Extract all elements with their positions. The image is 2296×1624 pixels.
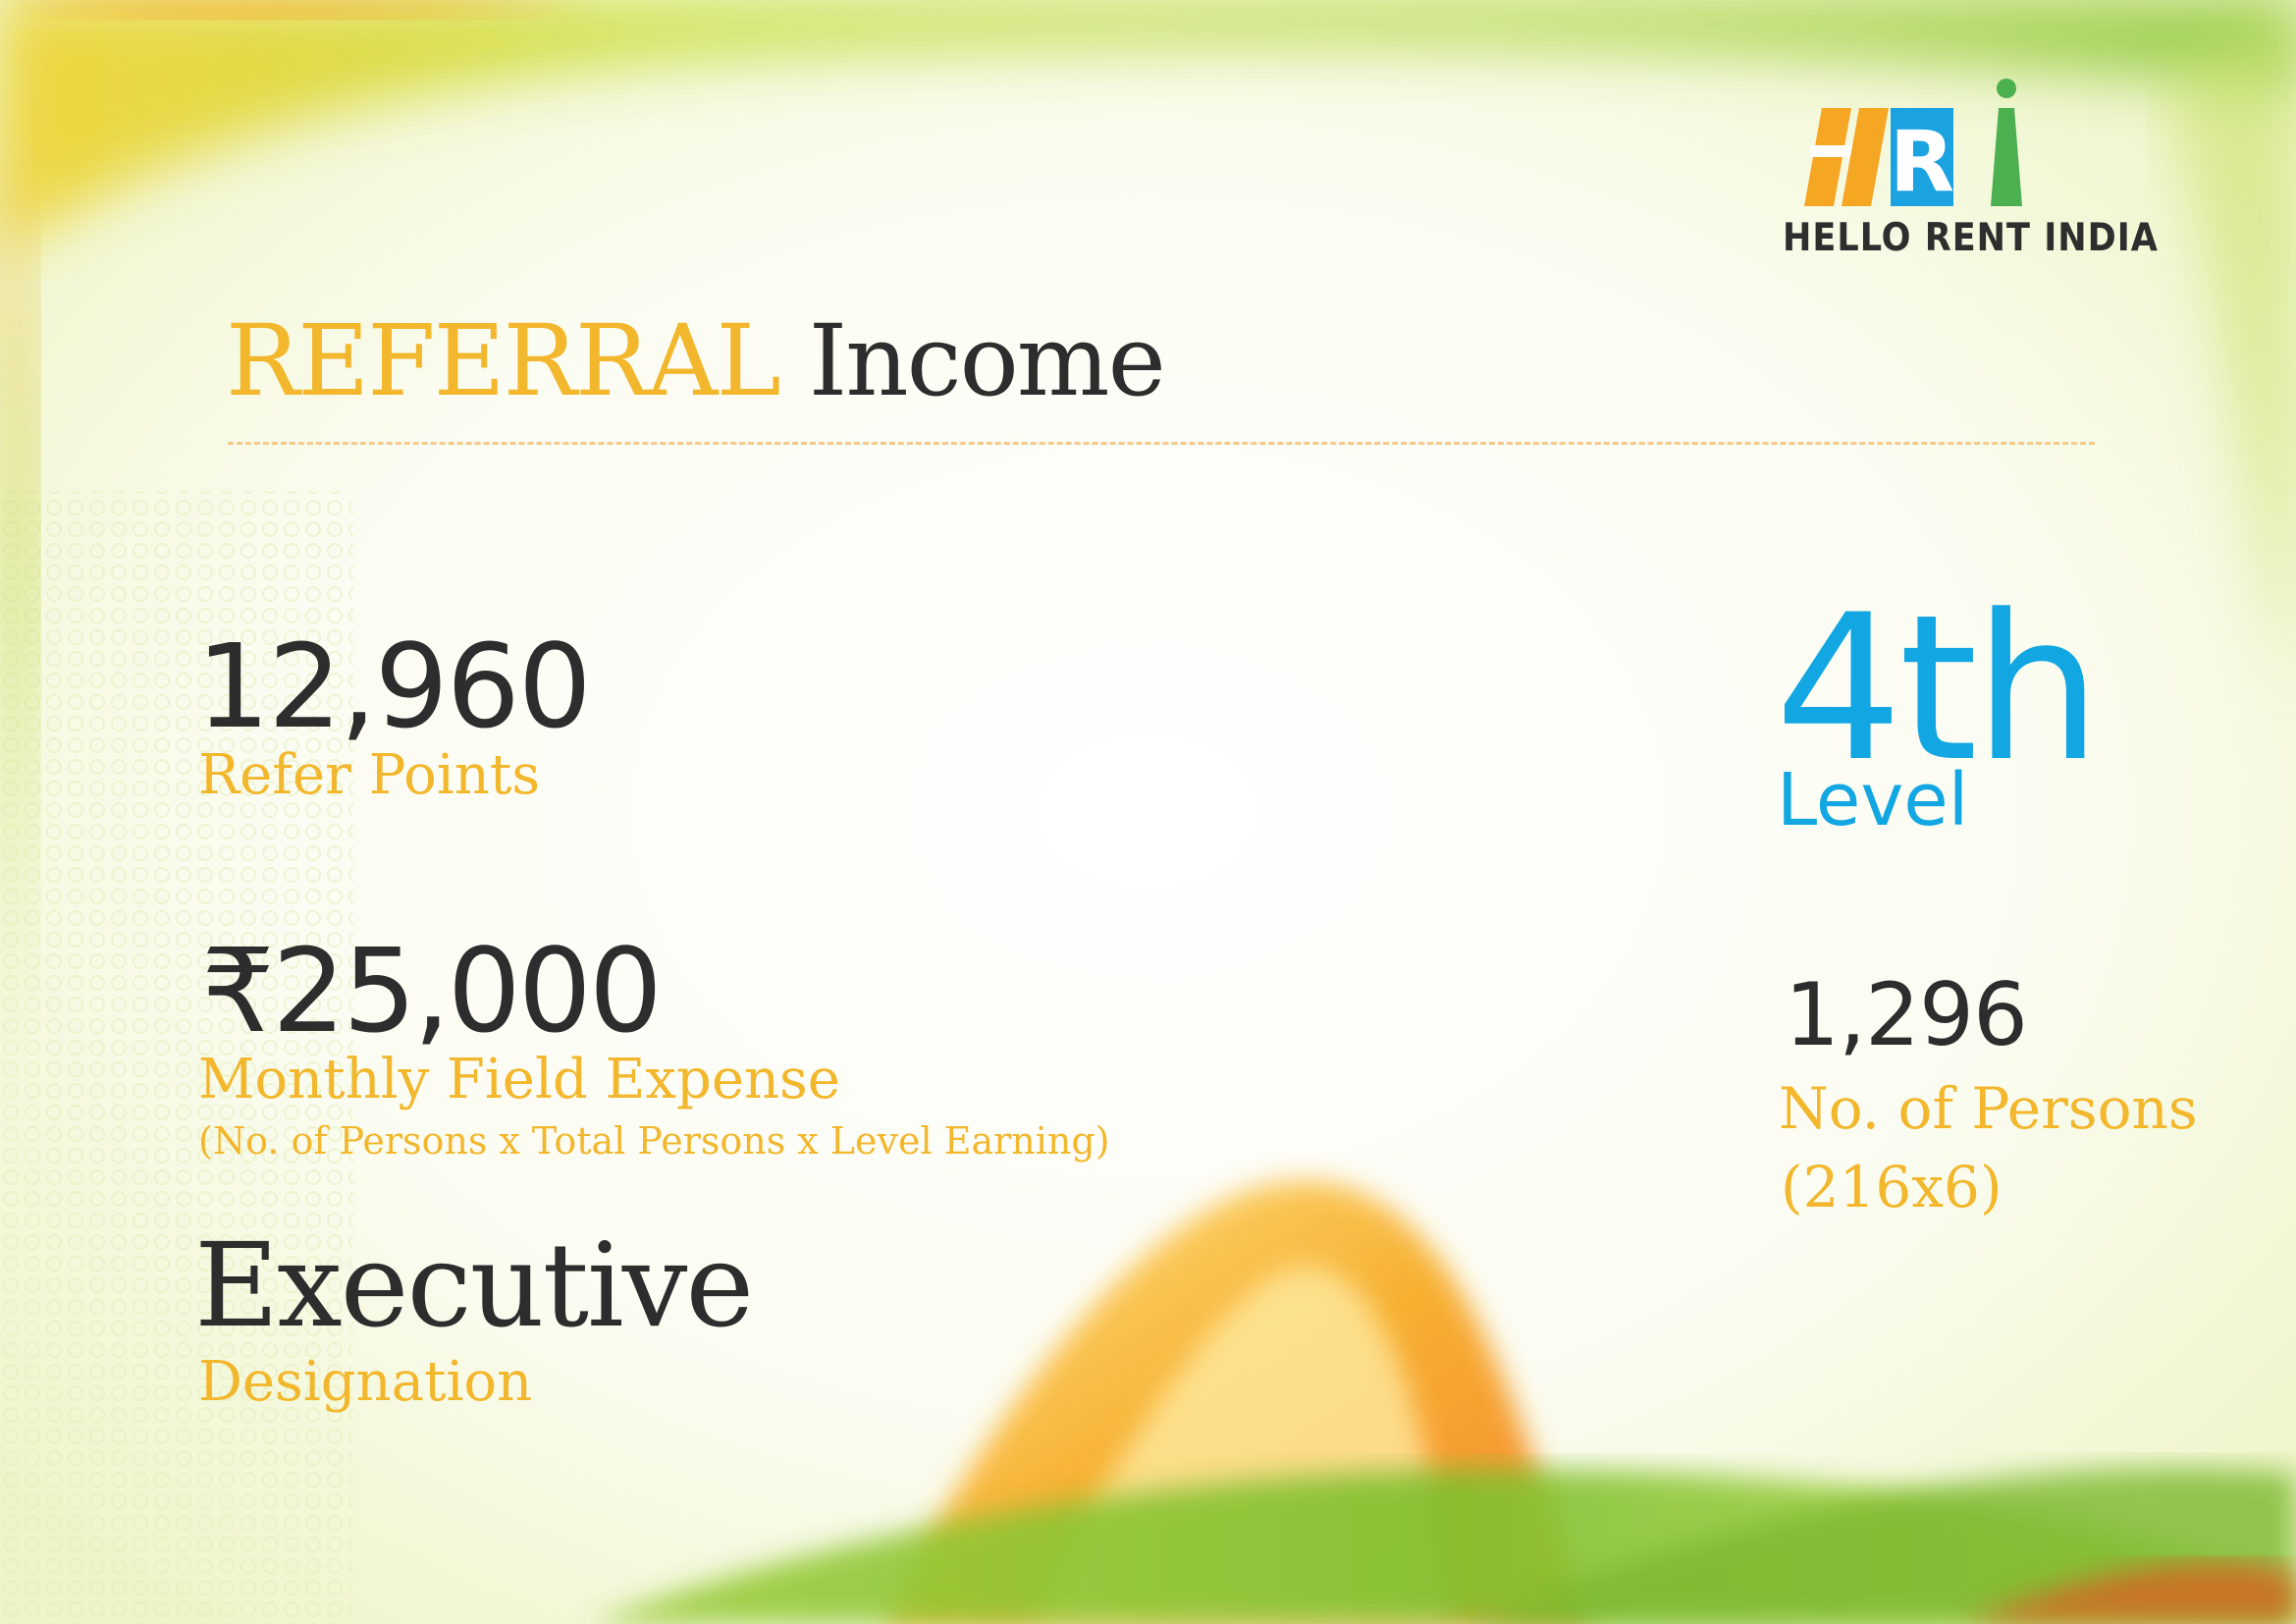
hri-logo-icon: R <box>1804 79 2022 211</box>
title-rest: Income <box>808 303 1166 418</box>
refer-points-label: Refer Points <box>198 743 541 807</box>
title-accent: REFERRAL <box>226 303 781 418</box>
monthly-expense-value: ₹25,000 <box>201 923 663 1058</box>
level-label: Level <box>1777 758 1969 842</box>
brand-logo: R HELLO RENT INDIA <box>1783 69 2159 265</box>
refer-points-value: 12,960 <box>196 619 592 754</box>
persons-count-formula: (216x6) <box>1781 1154 2002 1220</box>
designation-value: Executive <box>194 1218 754 1353</box>
designation-label: Designation <box>198 1350 533 1414</box>
title-divider <box>228 442 2095 445</box>
persons-count-label: No. of Persons <box>1779 1075 2198 1142</box>
monthly-expense-formula: (No. of Persons x Total Persons x Level … <box>198 1119 1110 1163</box>
page-title: REFERRAL Income <box>226 312 1166 410</box>
persons-count-value: 1,296 <box>1785 964 2028 1065</box>
svg-text:R: R <box>1890 113 1954 211</box>
brand-name: HELLO RENT INDIA <box>1783 216 2159 260</box>
monthly-expense-label: Monthly Field Expense <box>198 1048 840 1111</box>
